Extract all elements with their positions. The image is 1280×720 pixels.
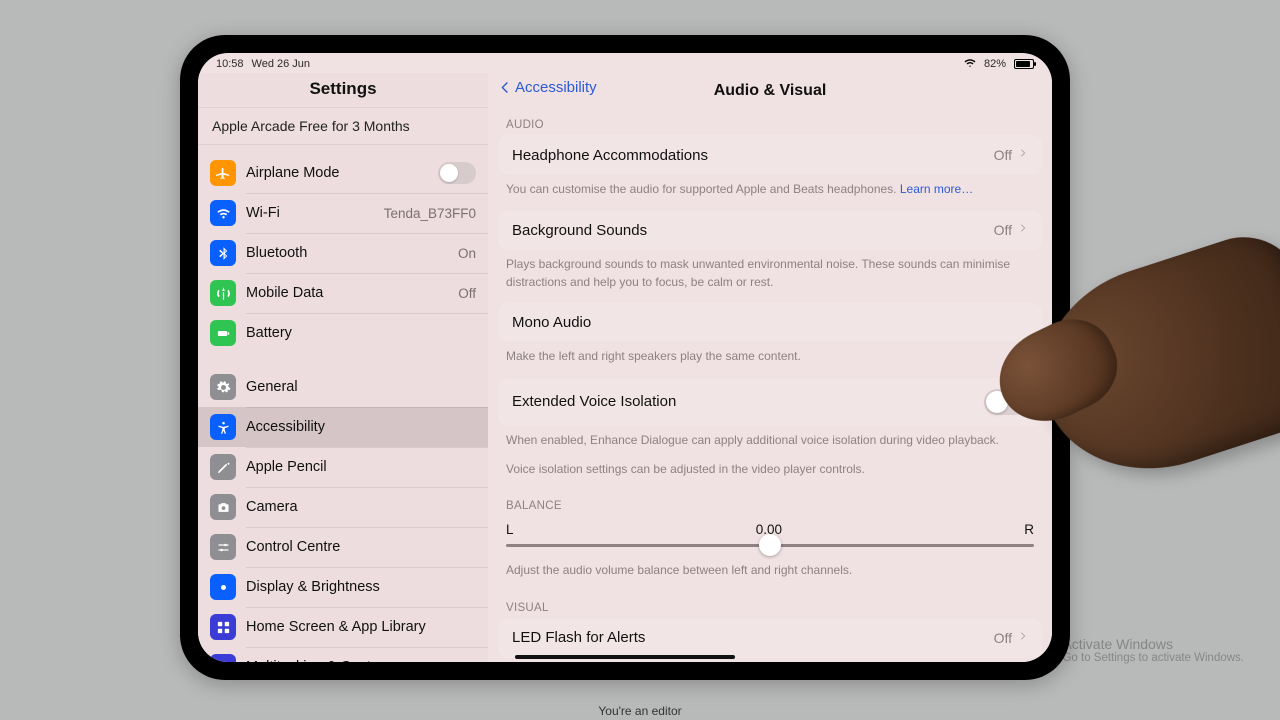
sidebar-item-value: On bbox=[458, 246, 476, 261]
sidebar-item-airplane[interactable]: Airplane Mode bbox=[198, 153, 488, 193]
balance-left-label: L bbox=[506, 522, 514, 537]
sidebar-item-value: Off bbox=[458, 286, 476, 301]
sidebar-item-battery[interactable]: Battery bbox=[198, 313, 488, 353]
section-header-visual: VISUAL bbox=[488, 592, 1052, 618]
detail-pane: Accessibility Audio & Visual AUDIO Headp… bbox=[488, 73, 1052, 662]
balance-block: L 0.00 R bbox=[488, 516, 1052, 556]
sidebar-group-system: General Accessibility Apple Pencil Camera Co… bbox=[198, 367, 488, 662]
sidebar-item-home[interactable]: Home Screen & App Library bbox=[198, 607, 488, 647]
sidebar-item-general[interactable]: General bbox=[198, 367, 488, 407]
background-sounds-value: Off bbox=[994, 222, 1012, 238]
led-flash-value: Off bbox=[994, 630, 1012, 646]
display-icon bbox=[210, 574, 236, 600]
detail-header: Accessibility Audio & Visual bbox=[488, 73, 1052, 109]
mono-audio-footnote: Make the left and right speakers play th… bbox=[488, 342, 1052, 377]
control-icon bbox=[210, 534, 236, 560]
extended-voice-isolation-label: Extended Voice Isolation bbox=[512, 393, 984, 410]
balance-slider[interactable] bbox=[506, 540, 1034, 550]
background-sounds-footnote: Plays background sounds to mask unwanted… bbox=[488, 250, 1052, 303]
sidebar-item-label: Airplane Mode bbox=[246, 165, 428, 181]
sidebar-item-label: Multitasking & Gestures bbox=[246, 659, 476, 662]
sidebar-item-label: Accessibility bbox=[246, 419, 476, 435]
row-led-flash[interactable]: LED Flash for Alerts Off bbox=[498, 618, 1042, 658]
extended-voice-isolation-footnote-2: Voice isolation settings can be adjusted… bbox=[488, 461, 1052, 490]
sidebar-item-label: Battery bbox=[246, 325, 476, 341]
sidebar-item-mobiledata[interactable]: Mobile Data Off bbox=[198, 273, 488, 313]
headphone-accommodations-footnote: You can customise the audio for supporte… bbox=[488, 175, 1052, 210]
led-flash-label: LED Flash for Alerts bbox=[512, 629, 994, 646]
detail-title: Audio & Visual bbox=[714, 82, 827, 100]
chevron-right-icon bbox=[1018, 146, 1028, 164]
promo-banner[interactable]: Apple Arcade Free for 3 Months bbox=[198, 107, 488, 145]
airplane-icon bbox=[210, 160, 236, 186]
chevron-left-icon bbox=[498, 80, 513, 95]
sidebar-item-label: Mobile Data bbox=[246, 285, 448, 301]
sidebar-item-label: General bbox=[246, 379, 476, 395]
background-sounds-label: Background Sounds bbox=[512, 222, 994, 239]
sidebar-title: Settings bbox=[198, 73, 488, 107]
headphone-accommodations-label: Headphone Accommodations bbox=[512, 147, 994, 164]
battery-icon bbox=[1014, 59, 1034, 69]
sidebar-group-network: Airplane Mode Wi-Fi Tenda_B73FF0 Bluetooth O… bbox=[198, 153, 488, 353]
general-icon bbox=[210, 374, 236, 400]
wifi-icon bbox=[964, 57, 976, 72]
sidebar-item-value: Tenda_B73FF0 bbox=[384, 206, 476, 221]
sidebar-item-label: Camera bbox=[246, 499, 476, 515]
sidebar-item-label: Display & Brightness bbox=[246, 579, 476, 595]
multitask-icon bbox=[210, 654, 236, 662]
learn-more-link[interactable]: Learn more… bbox=[900, 182, 973, 196]
section-header-audio: AUDIO bbox=[488, 109, 1052, 135]
balance-slider-knob[interactable] bbox=[759, 534, 781, 556]
section-header-balance: BALANCE bbox=[488, 490, 1052, 516]
screen: 10:58 Wed 26 Jun 82% Settings Apple Arca… bbox=[198, 53, 1052, 662]
sidebar-item-accessibility[interactable]: Accessibility bbox=[198, 407, 488, 447]
extended-voice-isolation-toggle[interactable] bbox=[984, 389, 1028, 415]
chevron-right-icon bbox=[1018, 221, 1028, 239]
tablet-frame: 10:58 Wed 26 Jun 82% Settings Apple Arca… bbox=[180, 35, 1070, 680]
sidebar-item-bluetooth[interactable]: Bluetooth On bbox=[198, 233, 488, 273]
row-mono-audio[interactable]: Mono Audio bbox=[498, 303, 1042, 342]
chevron-right-icon bbox=[1018, 629, 1028, 647]
accessibility-icon bbox=[210, 414, 236, 440]
home-icon bbox=[210, 614, 236, 640]
mobiledata-icon bbox=[210, 280, 236, 306]
headphone-accommodations-value: Off bbox=[994, 147, 1012, 163]
row-background-sounds[interactable]: Background Sounds Off bbox=[498, 210, 1042, 250]
sidebar-item-label: Home Screen & App Library bbox=[246, 619, 476, 635]
sidebar: Settings Apple Arcade Free for 3 Months … bbox=[198, 73, 488, 662]
sidebar-item-label: Bluetooth bbox=[246, 245, 448, 261]
row-headphone-accommodations[interactable]: Headphone Accommodations Off bbox=[498, 135, 1042, 175]
sidebar-item-wifi[interactable]: Wi-Fi Tenda_B73FF0 bbox=[198, 193, 488, 233]
back-button[interactable]: Accessibility bbox=[498, 79, 597, 96]
footer-caption: You're an editor bbox=[0, 704, 1280, 718]
bluetooth-icon bbox=[210, 240, 236, 266]
watermark: Activate Windows Go to Settings to activ… bbox=[1062, 636, 1244, 664]
status-battery-pct: 82% bbox=[984, 58, 1006, 70]
sidebar-item-label: Wi-Fi bbox=[246, 205, 374, 221]
sidebar-item-display[interactable]: Display & Brightness bbox=[198, 567, 488, 607]
sidebar-item-multitask[interactable]: Multitasking & Gestures bbox=[198, 647, 488, 662]
wifi-icon bbox=[210, 200, 236, 226]
sidebar-item-control[interactable]: Control Centre bbox=[198, 527, 488, 567]
row-extended-voice-isolation: Extended Voice Isolation bbox=[498, 378, 1042, 426]
airplane-toggle[interactable] bbox=[438, 162, 476, 184]
extended-voice-isolation-footnote-1: When enabled, Enhance Dialogue can apply… bbox=[488, 426, 1052, 461]
sidebar-item-camera[interactable]: Camera bbox=[198, 487, 488, 527]
mono-audio-label: Mono Audio bbox=[512, 314, 1028, 331]
pencil-icon bbox=[210, 454, 236, 480]
camera-icon bbox=[210, 494, 236, 520]
status-time: 10:58 bbox=[216, 58, 244, 70]
status-bar: 10:58 Wed 26 Jun 82% bbox=[198, 53, 1052, 73]
balance-right-label: R bbox=[1024, 522, 1034, 537]
battery-icon bbox=[210, 320, 236, 346]
balance-footnote: Adjust the audio volume balance between … bbox=[488, 556, 1052, 591]
home-indicator[interactable] bbox=[515, 655, 735, 659]
sidebar-item-label: Control Centre bbox=[246, 539, 476, 555]
back-label: Accessibility bbox=[515, 79, 597, 96]
sidebar-item-pencil[interactable]: Apple Pencil bbox=[198, 447, 488, 487]
sidebar-item-label: Apple Pencil bbox=[246, 459, 476, 475]
status-date: Wed 26 Jun bbox=[252, 58, 311, 70]
